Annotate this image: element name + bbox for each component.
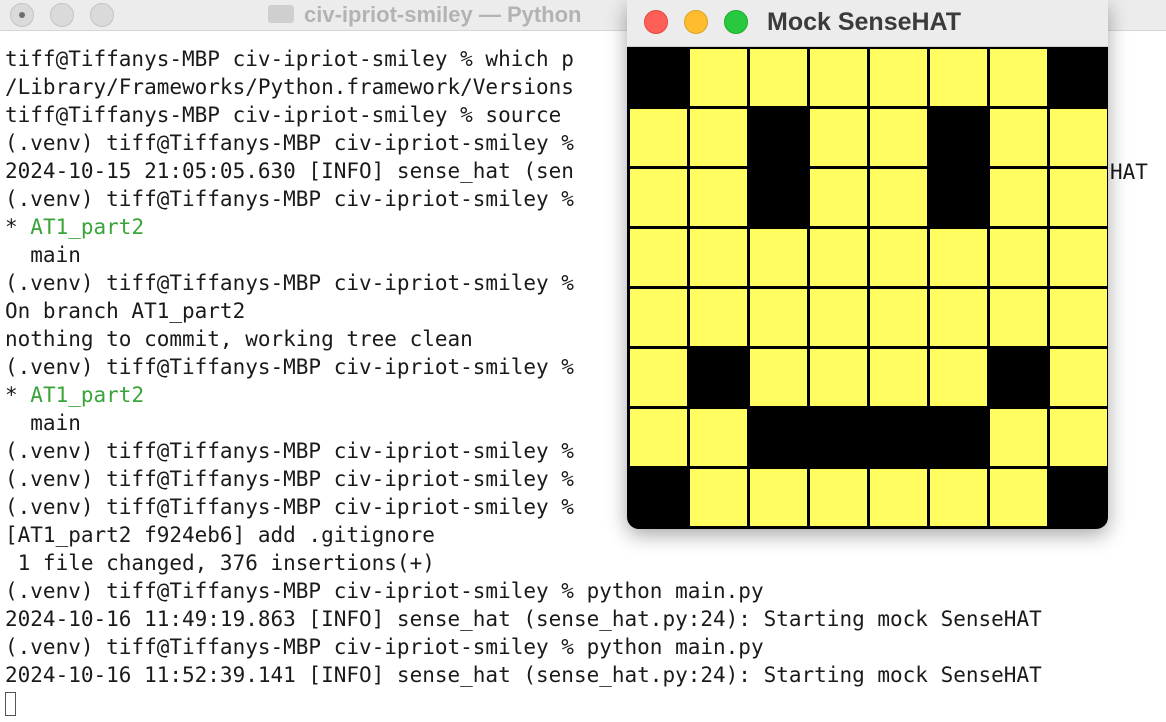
led-pixel — [870, 469, 927, 526]
led-pixel — [810, 349, 867, 406]
led-pixel — [1050, 49, 1107, 106]
led-pixel — [630, 229, 687, 286]
led-pixel — [990, 109, 1047, 166]
led-pixel — [990, 169, 1047, 226]
led-pixel — [750, 229, 807, 286]
mock-sensehat-window: Mock SenseHAT — [627, 0, 1108, 529]
terminal-cursor — [5, 692, 16, 716]
git-branch-marker: * — [5, 383, 31, 407]
terminal-prompt-line — [5, 689, 1163, 717]
led-pixel — [630, 289, 687, 346]
terminal-line: 1 file changed, 376 insertions(+) — [5, 551, 435, 575]
led-pixel — [870, 109, 927, 166]
led-pixel — [810, 109, 867, 166]
led-pixel — [810, 469, 867, 526]
led-pixel — [690, 109, 747, 166]
led-pixel — [690, 289, 747, 346]
git-current-branch: AT1_part2 — [30, 383, 145, 407]
led-pixel — [870, 169, 927, 226]
led-pixel — [690, 469, 747, 526]
led-pixel — [990, 409, 1047, 466]
led-pixel — [690, 349, 747, 406]
led-pixel — [690, 229, 747, 286]
led-pixel — [1050, 229, 1107, 286]
sensehat-window-title: Mock SenseHAT — [767, 8, 962, 36]
led-pixel — [1050, 169, 1107, 226]
led-pixel — [690, 49, 747, 106]
led-pixel — [1050, 289, 1107, 346]
led-pixel — [930, 469, 987, 526]
led-pixel — [870, 49, 927, 106]
terminal-zoom-button[interactable] — [90, 3, 114, 27]
led-pixel — [930, 49, 987, 106]
led-pixel — [630, 349, 687, 406]
terminal-line: (.venv) tiff@Tiffanys-MBP civ-ipriot-smi… — [5, 635, 764, 659]
led-pixel — [630, 169, 687, 226]
led-pixel — [810, 289, 867, 346]
led-pixel — [870, 409, 927, 466]
terminal-line: 2024-10-16 11:52:39.141 [INFO] sense_hat… — [5, 663, 1042, 687]
led-pixel — [630, 109, 687, 166]
led-pixel — [750, 109, 807, 166]
led-pixel — [1050, 109, 1107, 166]
led-pixel — [930, 349, 987, 406]
minimize-button[interactable] — [684, 10, 708, 34]
git-current-branch: AT1_part2 — [30, 215, 145, 239]
led-pixel — [630, 409, 687, 466]
led-pixel — [930, 409, 987, 466]
led-pixel — [990, 229, 1047, 286]
led-pixel — [630, 469, 687, 526]
git-branch-marker: * — [5, 215, 31, 239]
led-pixel — [990, 469, 1047, 526]
zoom-button[interactable] — [724, 10, 748, 34]
led-pixel — [750, 409, 807, 466]
led-pixel — [990, 289, 1047, 346]
led-pixel — [750, 289, 807, 346]
led-pixel — [930, 229, 987, 286]
terminal-minimize-button[interactable] — [50, 3, 74, 27]
led-pixel — [870, 349, 927, 406]
terminal-title-text: civ-ipriot-smiley — Python — [304, 2, 582, 27]
led-pixel — [690, 169, 747, 226]
led-pixel — [750, 349, 807, 406]
led-pixel — [990, 49, 1047, 106]
terminal-line: (.venv) tiff@Tiffanys-MBP civ-ipriot-smi… — [5, 579, 764, 603]
led-pixel — [870, 229, 927, 286]
led-pixel — [690, 409, 747, 466]
led-pixel — [810, 229, 867, 286]
terminal-overflow-text: HAT — [1110, 160, 1148, 184]
led-pixel — [930, 109, 987, 166]
led-pixel — [930, 289, 987, 346]
led-pixel — [1050, 469, 1107, 526]
led-pixel — [810, 409, 867, 466]
sensehat-titlebar: Mock SenseHAT — [627, 0, 1108, 47]
led-pixel — [630, 49, 687, 106]
led-pixel — [870, 289, 927, 346]
led-pixel — [1050, 409, 1107, 466]
led-matrix — [630, 49, 1108, 527]
led-pixel — [810, 49, 867, 106]
led-pixel — [1050, 349, 1107, 406]
terminal-window-title: civ-ipriot-smiley — Python — [268, 0, 582, 30]
terminal-line: 2024-10-16 11:49:19.863 [INFO] sense_hat… — [5, 607, 1042, 631]
led-pixel — [750, 169, 807, 226]
terminal-close-button[interactable] — [10, 3, 34, 27]
led-pixel — [810, 169, 867, 226]
folder-icon — [268, 5, 294, 24]
led-pixel — [750, 49, 807, 106]
led-pixel — [750, 469, 807, 526]
led-pixel — [990, 349, 1047, 406]
led-pixel — [930, 169, 987, 226]
close-button[interactable] — [644, 10, 668, 34]
